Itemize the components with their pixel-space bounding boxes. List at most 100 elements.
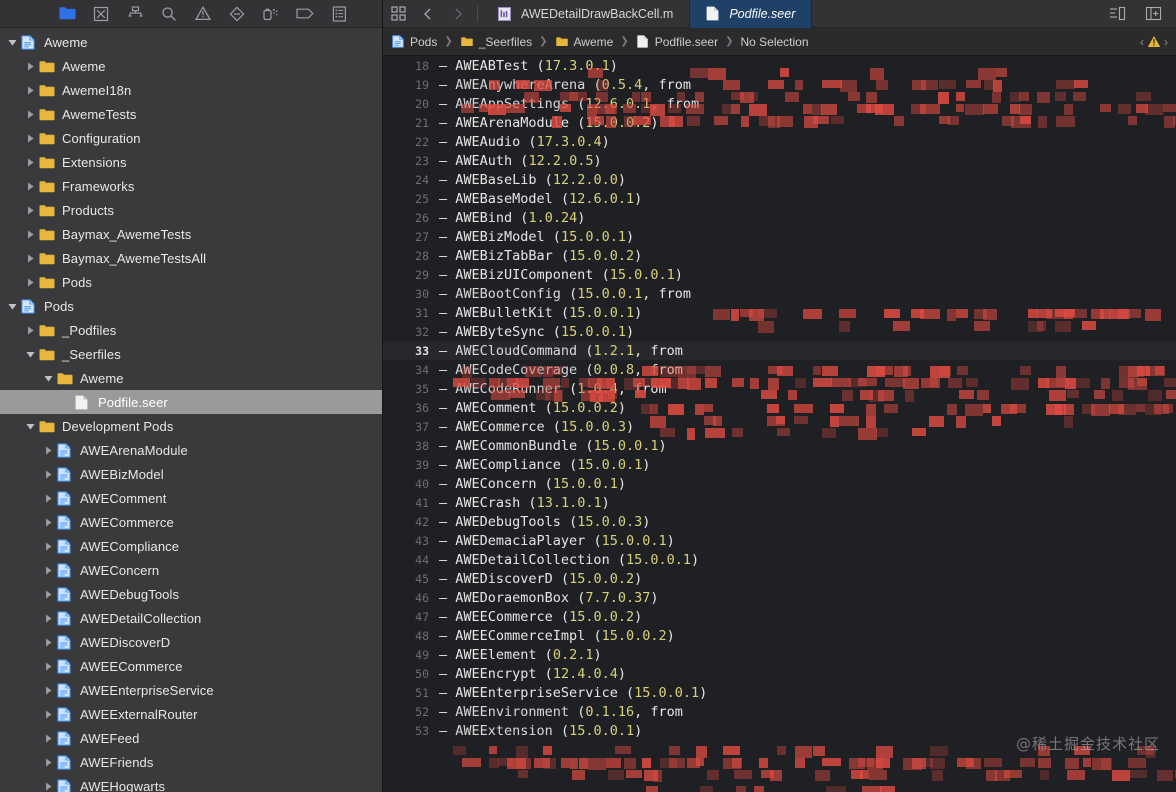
sidebar-item-awearenamodule[interactable]: AWEArenaModule xyxy=(0,438,382,462)
code-line[interactable]: 25 — AWEBaseModel (12.6.0.1) xyxy=(383,189,1176,208)
sidebar-item-configuration[interactable]: Configuration xyxy=(0,126,382,150)
sidebar-item-awedetailcollection[interactable]: AWEDetailCollection xyxy=(0,606,382,630)
sidebar-item-awemei18n[interactable]: AwemeI18n xyxy=(0,78,382,102)
sidebar-item-baymax-awemetests[interactable]: Baymax_AwemeTests xyxy=(0,222,382,246)
code-line[interactable]: 45 — AWEDiscoverD (15.0.0.2) xyxy=(383,569,1176,588)
editor-tab-awedetaildrawbackcell-m[interactable]: AWEDetailDrawBackCell.m xyxy=(482,0,691,28)
disclosure-closed-icon[interactable] xyxy=(42,660,55,673)
disclosure-closed-icon[interactable] xyxy=(24,324,37,337)
search-navigator-icon[interactable] xyxy=(160,5,178,23)
disclosure-closed-icon[interactable] xyxy=(24,156,37,169)
disclosure-closed-icon[interactable] xyxy=(42,684,55,697)
disclosure-open-icon[interactable] xyxy=(24,348,37,361)
code-line[interactable]: 35 — AWECodeRunner (1.0.4, from xyxy=(383,379,1176,398)
source-control-navigator-icon[interactable] xyxy=(92,5,110,23)
sidebar-item-awediscoverd[interactable]: AWEDiscoverD xyxy=(0,630,382,654)
code-line[interactable]: 38 — AWECommonBundle (15.0.0.1) xyxy=(383,436,1176,455)
disclosure-closed-icon[interactable] xyxy=(42,612,55,625)
disclosure-open-icon[interactable] xyxy=(6,300,19,313)
sidebar-item-baymax-awemetestsall[interactable]: Baymax_AwemeTestsAll xyxy=(0,246,382,270)
inspector-toggle-icon[interactable] xyxy=(1102,0,1132,28)
disclosure-closed-icon[interactable] xyxy=(24,204,37,217)
sidebar-item-awebizmodel[interactable]: AWEBizModel xyxy=(0,462,382,486)
disclosure-closed-icon[interactable] xyxy=(24,84,37,97)
code-line[interactable]: 44 — AWEDetailCollection (15.0.0.1) xyxy=(383,550,1176,569)
code-line[interactable]: 52 — AWEEnvironment (0.1.16, from xyxy=(383,702,1176,721)
chevron-right-icon[interactable]: › xyxy=(1164,35,1168,49)
sidebar-item-aweconcern[interactable]: AWEConcern xyxy=(0,558,382,582)
code-line[interactable]: 50 — AWEEncrypt (12.4.0.4) xyxy=(383,664,1176,683)
code-line[interactable]: 19 — AWEAnywhereArena (0.5.4, from xyxy=(383,75,1176,94)
editor-tab-podfile-seer[interactable]: Podfile.seer xyxy=(690,0,813,28)
code-line[interactable]: 31 — AWEBulletKit (15.0.0.1) xyxy=(383,303,1176,322)
sidebar-item-awecomment[interactable]: AWEComment xyxy=(0,486,382,510)
breadcrumb-item-podfile-seer[interactable]: Podfile.seer xyxy=(636,34,718,49)
forward-button[interactable] xyxy=(443,0,473,28)
sidebar-item-aweexternalrouter[interactable]: AWEExternalRouter xyxy=(0,702,382,726)
back-button[interactable] xyxy=(413,0,443,28)
sidebar-item-pods[interactable]: Pods xyxy=(0,270,382,294)
breadcrumb-item--seerfiles[interactable]: _Seerfiles xyxy=(460,34,532,49)
sidebar-item-pods[interactable]: Pods xyxy=(0,294,382,318)
disclosure-closed-icon[interactable] xyxy=(42,588,55,601)
sidebar-item-products[interactable]: Products xyxy=(0,198,382,222)
disclosure-closed-icon[interactable] xyxy=(42,780,55,792)
breadcrumb-item-aweme[interactable]: Aweme xyxy=(555,34,613,49)
disclosure-closed-icon[interactable] xyxy=(42,732,55,745)
disclosure-closed-icon[interactable] xyxy=(42,756,55,769)
code-line[interactable]: 28 — AWEBizTabBar (15.0.0.2) xyxy=(383,246,1176,265)
disclosure-closed-icon[interactable] xyxy=(42,516,55,529)
chevron-left-icon[interactable]: ‹ xyxy=(1140,35,1144,49)
code-line[interactable]: 42 — AWEDebugTools (15.0.0.3) xyxy=(383,512,1176,531)
code-line[interactable]: 30 — AWEBootConfig (15.0.0.1, from xyxy=(383,284,1176,303)
code-line[interactable]: 32 — AWEByteSync (15.0.0.1) xyxy=(383,322,1176,341)
code-line[interactable]: 20 — AWEAppSettings (12.6.0.1, from xyxy=(383,94,1176,113)
disclosure-closed-icon[interactable] xyxy=(42,540,55,553)
warning-triangle-icon[interactable] xyxy=(1147,35,1161,48)
disclosure-closed-icon[interactable] xyxy=(42,636,55,649)
disclosure-closed-icon[interactable] xyxy=(42,444,55,457)
code-line[interactable]: 39 — AWECompliance (15.0.0.1) xyxy=(383,455,1176,474)
sidebar-item-awefeed[interactable]: AWEFeed xyxy=(0,726,382,750)
sidebar-item-aweenterpriseservice[interactable]: AWEEnterpriseService xyxy=(0,678,382,702)
disclosure-closed-icon[interactable] xyxy=(42,468,55,481)
code-line[interactable]: 43 — AWEDemaciaPlayer (15.0.0.1) xyxy=(383,531,1176,550)
sidebar-item-awemetests[interactable]: AwemeTests xyxy=(0,102,382,126)
sidebar-item-frameworks[interactable]: Frameworks xyxy=(0,174,382,198)
code-line[interactable]: 51 — AWEEnterpriseService (15.0.0.1) xyxy=(383,683,1176,702)
disclosure-closed-icon[interactable] xyxy=(42,564,55,577)
sidebar-item-extensions[interactable]: Extensions xyxy=(0,150,382,174)
sidebar-item-aweme[interactable]: Aweme xyxy=(0,54,382,78)
disclosure-closed-icon[interactable] xyxy=(24,180,37,193)
sidebar-item-development-pods[interactable]: Development Pods xyxy=(0,414,382,438)
code-line[interactable]: 18 — AWEABTest (17.3.0.1) xyxy=(383,56,1176,75)
disclosure-closed-icon[interactable] xyxy=(24,60,37,73)
code-line[interactable]: 36 — AWEComment (15.0.0.2) xyxy=(383,398,1176,417)
sidebar-item--seerfiles[interactable]: _Seerfiles xyxy=(0,342,382,366)
code-line[interactable]: 41 — AWECrash (13.1.0.1) xyxy=(383,493,1176,512)
report-navigator-icon[interactable] xyxy=(330,5,348,23)
code-line[interactable]: 23 — AWEAuth (12.2.0.5) xyxy=(383,151,1176,170)
breadcrumb-item-pods[interactable]: Pods xyxy=(391,34,437,49)
debug-navigator-icon[interactable] xyxy=(262,5,280,23)
code-line[interactable]: 33 — AWECloudCommand (1.2.1, from xyxy=(383,341,1176,360)
sidebar-item-podfile-seer[interactable]: Podfile.seer xyxy=(0,390,382,414)
disclosure-closed-icon[interactable] xyxy=(24,228,37,241)
disclosure-open-icon[interactable] xyxy=(6,36,19,49)
disclosure-closed-icon[interactable] xyxy=(24,132,37,145)
sidebar-item-awecommerce[interactable]: AWECommerce xyxy=(0,510,382,534)
symbol-navigator-icon[interactable] xyxy=(126,5,144,23)
disclosure-closed-icon[interactable] xyxy=(24,252,37,265)
warning-triangle-icon[interactable] xyxy=(194,5,212,23)
code-line[interactable]: 37 — AWECommerce (15.0.0.3) xyxy=(383,417,1176,436)
folder-navigator-icon[interactable] xyxy=(58,5,76,23)
add-editor-icon[interactable] xyxy=(1138,0,1168,28)
sidebar-item-awedebugtools[interactable]: AWEDebugTools xyxy=(0,582,382,606)
code-line[interactable]: 48 — AWEECommerceImpl (15.0.0.2) xyxy=(383,626,1176,645)
code-line[interactable]: 40 — AWEConcern (15.0.0.1) xyxy=(383,474,1176,493)
sidebar-item--podfiles[interactable]: _Podfiles xyxy=(0,318,382,342)
code-line[interactable]: 47 — AWEECommerce (15.0.0.2) xyxy=(383,607,1176,626)
sidebar-item-awehogwarts[interactable]: AWEHogwarts xyxy=(0,774,382,792)
breadcrumb-item-no-selection[interactable]: No Selection xyxy=(740,35,808,49)
code-line[interactable]: 24 — AWEBaseLib (12.2.0.0) xyxy=(383,170,1176,189)
